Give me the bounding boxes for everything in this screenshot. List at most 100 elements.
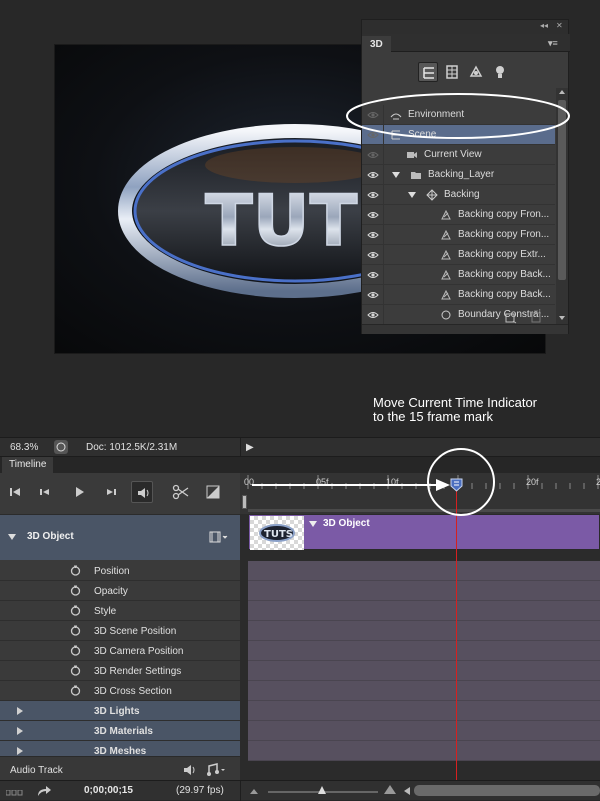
- clip-thumb-text: TUTS: [264, 529, 293, 540]
- property-row[interactable]: 3D Scene Position: [0, 621, 240, 641]
- expand-triangle-icon[interactable]: [392, 172, 400, 178]
- bottom-divider: [240, 781, 241, 801]
- zoom-level[interactable]: 68.3%: [10, 442, 38, 453]
- mesh-filter-icon[interactable]: [442, 62, 462, 82]
- stopwatch-icon[interactable]: [70, 565, 81, 579]
- zoom-out-icon[interactable]: [250, 787, 258, 795]
- material-icon: [440, 289, 452, 301]
- property-label: 3D Render Settings: [94, 666, 182, 677]
- render-video-icon[interactable]: [36, 784, 52, 798]
- group-track[interactable]: [248, 721, 600, 741]
- property-label: 3D Camera Position: [94, 646, 184, 657]
- expand-triangle-icon[interactable]: [408, 192, 416, 198]
- property-track[interactable]: [248, 601, 600, 621]
- visibility-eye-icon[interactable]: [362, 305, 384, 325]
- expand-group-icon[interactable]: [17, 727, 23, 735]
- music-note-icon[interactable]: [206, 763, 228, 777]
- group-label: 3D Materials: [94, 726, 153, 737]
- scroll-down-icon[interactable]: [559, 316, 565, 320]
- scene-filter-icon[interactable]: [418, 62, 438, 82]
- group-track[interactable]: [248, 741, 600, 761]
- panel-resize-bar[interactable]: [362, 324, 568, 334]
- audio-volume-icon[interactable]: [182, 763, 196, 777]
- visibility-eye-icon[interactable]: [362, 245, 384, 265]
- expand-group-icon[interactable]: [17, 707, 23, 715]
- panel-titlebar: ◂◂ ✕: [362, 20, 568, 34]
- zoom-in-icon[interactable]: [384, 785, 396, 795]
- layer-row[interactable]: Backing copy Fron...: [362, 225, 555, 245]
- visibility-eye-icon[interactable]: [362, 185, 384, 205]
- property-track[interactable]: [248, 561, 600, 581]
- film-strip-icon[interactable]: [209, 530, 228, 544]
- collapse-panel-icon[interactable]: ◂◂: [540, 21, 548, 30]
- material-icon: [440, 269, 452, 281]
- layer-row[interactable]: Backing_Layer: [362, 165, 555, 185]
- property-row[interactable]: Position: [0, 561, 240, 581]
- new-light-icon[interactable]: [504, 311, 518, 324]
- tab-timeline[interactable]: Timeline: [2, 457, 54, 473]
- scroll-left-icon[interactable]: [404, 787, 410, 795]
- group-row[interactable]: 3D Materials: [0, 721, 240, 741]
- 3d-panel: ◂◂ ✕ 3D ▾≡ Environment Scene Current View B…: [361, 19, 570, 334]
- stopwatch-icon[interactable]: [70, 605, 81, 619]
- property-track[interactable]: [248, 641, 600, 661]
- group-row[interactable]: 3D Lights: [0, 701, 240, 721]
- stopwatch-icon[interactable]: [70, 685, 81, 699]
- layer-header-3d-object[interactable]: 3D Object: [0, 514, 240, 560]
- visibility-eye-icon[interactable]: [362, 225, 384, 245]
- stopwatch-icon[interactable]: [70, 665, 81, 679]
- visibility-eye-icon[interactable]: [362, 285, 384, 305]
- panel-tab-bar: 3D ▾≡: [362, 34, 570, 54]
- light-filter-icon[interactable]: [490, 62, 510, 82]
- timecode[interactable]: 0;00;00;15: [84, 785, 133, 796]
- layer-row[interactable]: Boundary Constrai...: [362, 305, 555, 325]
- property-track[interactable]: [248, 661, 600, 681]
- previous-frame-button[interactable]: [34, 481, 56, 503]
- visibility-eye-icon[interactable]: [362, 145, 384, 165]
- property-track[interactable]: [248, 681, 600, 701]
- status-divider: [240, 438, 241, 456]
- split-at-playhead-icon[interactable]: [170, 481, 192, 503]
- timeline-horizontal-scrollbar[interactable]: [414, 785, 600, 796]
- expand-layer-icon[interactable]: [8, 534, 16, 540]
- play-button[interactable]: [68, 481, 90, 503]
- stopwatch-icon[interactable]: [70, 585, 81, 599]
- stopwatch-icon[interactable]: [70, 645, 81, 659]
- layer-row[interactable]: Backing copy Fron...: [362, 205, 555, 225]
- expand-group-icon[interactable]: [17, 747, 23, 755]
- annotation-line-1: Move Current Time Indicator: [373, 395, 538, 410]
- delete-icon[interactable]: [530, 310, 542, 323]
- property-label: Opacity: [94, 586, 128, 597]
- visibility-eye-icon[interactable]: [362, 205, 384, 225]
- stopwatch-icon[interactable]: [70, 625, 81, 639]
- layer-row[interactable]: Current View: [362, 145, 555, 165]
- audio-mute-button[interactable]: [131, 481, 153, 503]
- go-to-first-frame-button[interactable]: [4, 481, 26, 503]
- layer-row-label: Backing_Layer: [428, 169, 495, 180]
- zoom-slider-thumb[interactable]: [318, 786, 326, 795]
- next-frame-button[interactable]: [100, 481, 122, 503]
- playhead-line: [456, 488, 457, 780]
- work-area-start-handle[interactable]: [242, 495, 247, 509]
- material-filter-icon[interactable]: [466, 62, 486, 82]
- property-row[interactable]: Style: [0, 601, 240, 621]
- transition-icon[interactable]: [202, 481, 224, 503]
- visibility-eye-icon[interactable]: [362, 265, 384, 285]
- layer-row[interactable]: Backing copy Back...: [362, 265, 555, 285]
- property-row[interactable]: 3D Cross Section: [0, 681, 240, 701]
- group-track[interactable]: [248, 701, 600, 721]
- panel-menu-icon[interactable]: ▾≡: [548, 34, 558, 52]
- layer-row[interactable]: Backing: [362, 185, 555, 205]
- status-options-icon[interactable]: [54, 440, 68, 454]
- property-track[interactable]: [248, 581, 600, 601]
- property-row[interactable]: Opacity: [0, 581, 240, 601]
- tab-3d[interactable]: 3D: [362, 36, 391, 54]
- property-row[interactable]: 3D Render Settings: [0, 661, 240, 681]
- layer-row[interactable]: Backing copy Back...: [362, 285, 555, 305]
- convert-frames-icon[interactable]: [5, 788, 24, 796]
- close-panel-icon[interactable]: ✕: [556, 21, 563, 30]
- layer-row[interactable]: Backing copy Extr...: [362, 245, 555, 265]
- property-track[interactable]: [248, 621, 600, 641]
- property-row[interactable]: 3D Camera Position: [0, 641, 240, 661]
- visibility-eye-icon[interactable]: [362, 165, 384, 185]
